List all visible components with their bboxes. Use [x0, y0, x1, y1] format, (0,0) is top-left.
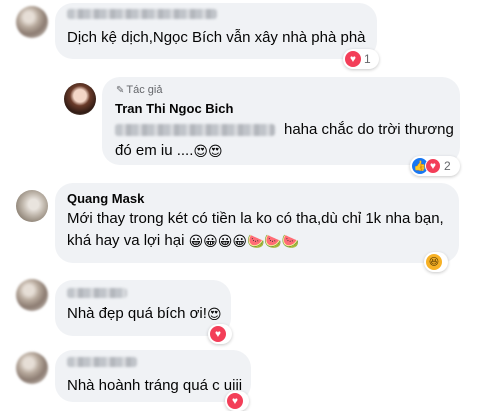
pencil-icon: ✎: [116, 85, 125, 96]
author-badge: ✎ Tác giả: [116, 84, 163, 96]
blurred-author-name: [67, 288, 127, 298]
comment-bubble: ✎ Tác giả Tran Thi Ngoc Bich haha chắc do…: [102, 77, 460, 165]
heart-eyes-emoji: 😍: [206, 306, 222, 322]
comment-text: Dịch kệ dịch,Ngọc Bích vẫn xây nhà phà p…: [67, 29, 366, 46]
blurred-mention: [115, 124, 275, 136]
love-icon: ♥: [345, 51, 361, 67]
haha-icon: 😆: [426, 254, 442, 270]
comment-text: haha chắc do trời thương: [284, 121, 454, 138]
avatar[interactable]: [16, 352, 48, 384]
love-icon: ♥: [425, 158, 441, 174]
comment-bubble: Quang Mask Mới thay trong két có tiền la…: [55, 183, 459, 263]
comment-bubble: Nhà hoành tráng quá c uiii: [55, 350, 251, 402]
reaction-summary[interactable]: 😆: [424, 252, 448, 272]
reaction-count: 1: [364, 52, 371, 66]
heart-eyes-emoji: 😍😍: [193, 143, 223, 159]
avatar[interactable]: [16, 190, 48, 222]
comment-text: đó em iu ....😍😍: [115, 142, 223, 159]
blurred-author-name: [67, 9, 217, 19]
blurred-author-name: [67, 357, 137, 367]
emoji-row: 😀😀😀😀🍉🍉🍉: [188, 233, 300, 249]
comment-text: khá hay va lợi hại 😀😀😀😀🍉🍉🍉: [67, 232, 300, 249]
comment-bubble: Nhà đẹp quá bích ơi!😍: [55, 280, 231, 336]
comment-author-name[interactable]: Quang Mask: [67, 191, 144, 206]
reaction-summary[interactable]: ♥ 1: [343, 49, 379, 69]
comment-bubble: Dịch kệ dịch,Ngọc Bích vẫn xây nhà phà p…: [55, 3, 377, 59]
avatar[interactable]: [16, 279, 48, 311]
avatar[interactable]: [16, 6, 48, 38]
comment-text: Mới thay trong két có tiền la ko có tha,…: [67, 210, 444, 227]
reaction-summary[interactable]: ♥: [225, 391, 249, 411]
reaction-summary[interactable]: 👍 ♥ 2: [410, 156, 460, 176]
love-icon: ♥: [210, 326, 226, 342]
reaction-count: 2: [444, 159, 451, 173]
comment-author-name[interactable]: Tran Thi Ngoc Bich: [115, 101, 233, 116]
avatar[interactable]: [64, 83, 96, 115]
love-icon: ♥: [227, 393, 243, 409]
comment-text: Nhà đẹp quá bích ơi!😍: [67, 305, 222, 322]
comment-text: Nhà hoành tráng quá c uiii: [67, 377, 243, 394]
reaction-summary[interactable]: ♥: [208, 324, 232, 344]
